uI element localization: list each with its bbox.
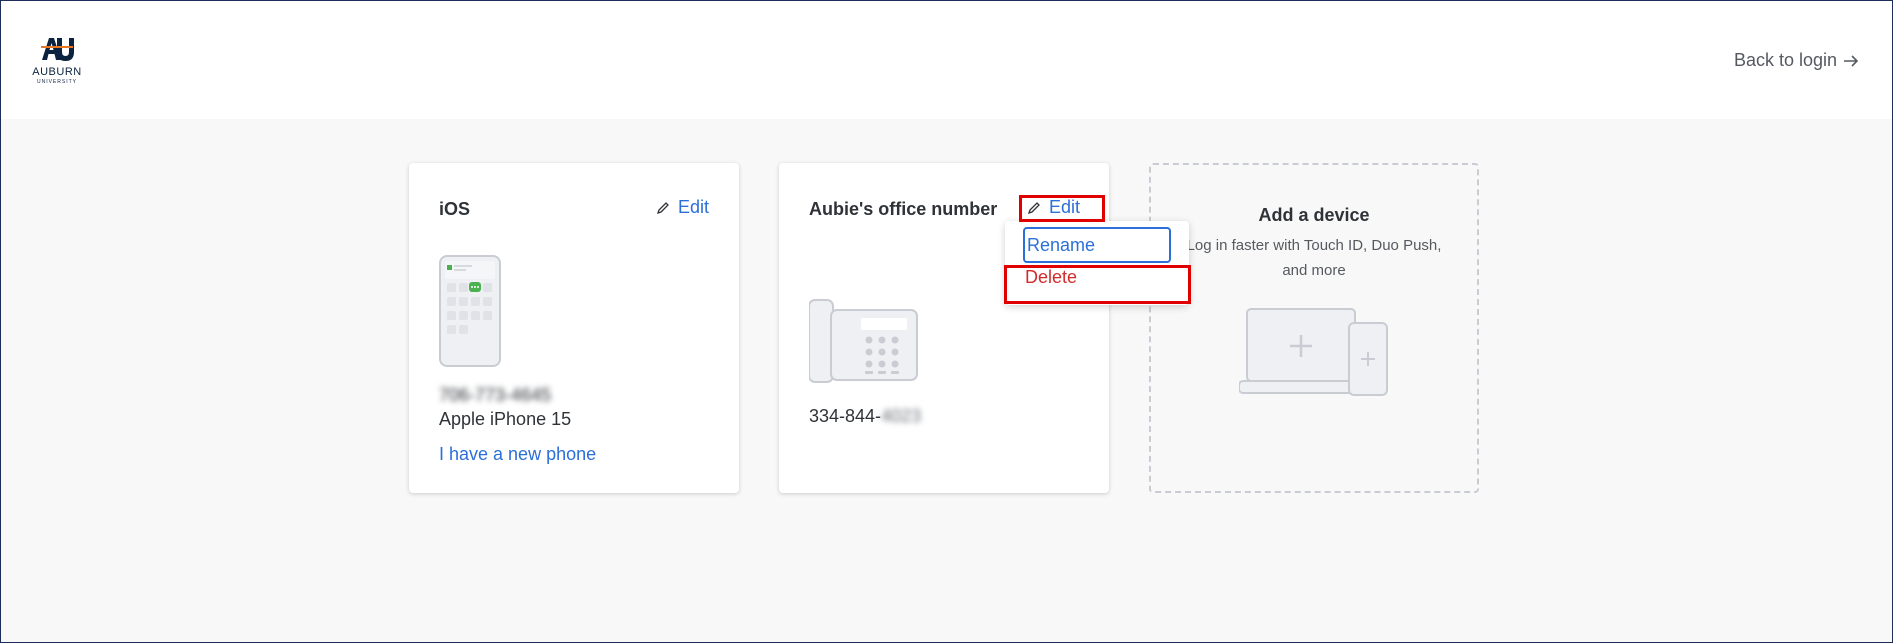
edit-dropdown-menu: Rename Delete (1005, 221, 1189, 305)
new-phone-link[interactable]: I have a new phone (439, 444, 596, 465)
logo-subtext: UNIVERSITY (36, 79, 77, 85)
logo-text: AUBURN (32, 66, 82, 78)
device-title: iOS (439, 199, 471, 219)
auburn-au-icon (41, 38, 74, 61)
rename-menu-item[interactable]: Rename (1023, 227, 1171, 263)
arrow-right-icon (1844, 54, 1859, 67)
add-device-card[interactable]: Add a device Log in faster with Touch ID… (1149, 163, 1479, 493)
back-to-login-link[interactable]: Back to login (1734, 50, 1859, 71)
auburn-logo: AUBURN UNIVERSITY (23, 33, 91, 89)
phone-number-suffix: 4023 (881, 406, 922, 426)
phone-number: 706-773-4645 (439, 385, 552, 405)
delete-menu-item[interactable]: Delete (1025, 267, 1077, 288)
office-phone-number: 334-844-4023 (809, 406, 921, 427)
add-device-subtitle: Log in faster with Touch ID, Duo Push, a… (1186, 237, 1442, 279)
pencil-icon (656, 201, 669, 214)
device-model: Apple iPhone 15 (439, 409, 572, 429)
device-card-ios: iOS Edit 706-773-4645 Apple iPhone 15 I … (409, 163, 739, 493)
smartphone-icon (439, 255, 501, 367)
add-device-title: Add a device (1258, 205, 1370, 225)
edit-device-button[interactable]: Edit (1027, 197, 1080, 218)
back-to-login-label: Back to login (1733, 50, 1837, 70)
pencil-icon (1027, 201, 1040, 214)
add-device-icon (1239, 308, 1388, 396)
device-title: Aubie's office number (809, 199, 998, 219)
phone-number-prefix: 334-844- (809, 406, 882, 426)
edit-label: Edit (677, 197, 709, 217)
page-header: AUBURN UNIVERSITY Back to login (1, 1, 1892, 119)
device-card-office: Aubie's office number Edit 334-844-4023 (779, 163, 1109, 493)
desk-phone-icon (809, 299, 918, 383)
edit-device-button[interactable]: Edit (656, 197, 709, 218)
edit-label: Edit (1049, 197, 1081, 217)
